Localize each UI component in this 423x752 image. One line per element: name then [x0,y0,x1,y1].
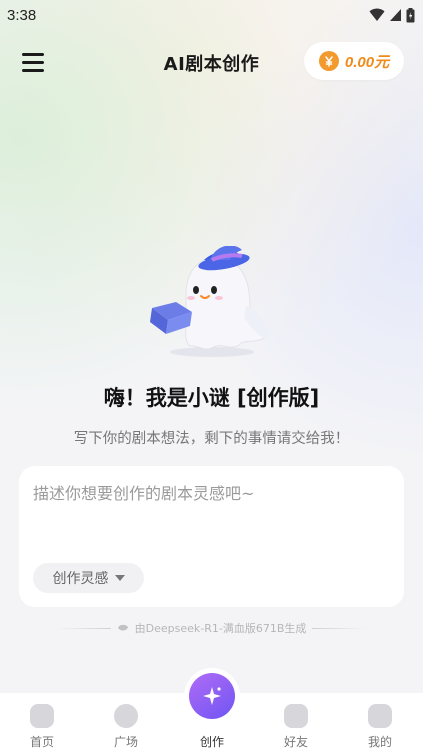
status-bar: 3:38 [0,0,423,30]
home-icon [30,704,54,728]
tab-home[interactable]: 首页 [12,693,72,752]
tab-label: 我的 [367,735,392,749]
whale-icon [117,624,128,631]
greeting-title: 嗨！我是小谜 [创作版] [103,386,320,410]
status-time: 3:38 [7,6,37,24]
caret-down-icon [114,575,125,581]
prompt-card: 创作灵感 [19,466,404,607]
balance-button[interactable]: 0.00元 [304,42,404,80]
inspiration-dropdown[interactable]: 创作灵感 [33,563,144,593]
balance-value: 0.00元 [344,53,390,71]
ghost-mascot-icon [150,246,269,357]
signal-icon [390,9,401,21]
prompt-input[interactable] [33,484,388,503]
tab-label: 创作 [199,735,224,749]
header: AI剧本创作 0.00元 [0,40,423,84]
tab-label: 好友 [283,735,308,749]
plaza-icon [114,704,138,728]
tab-label: 首页 [29,735,54,749]
divider [55,627,111,629]
status-icons [369,7,415,23]
profile-icon [368,704,392,728]
greeting-subtitle: 写下你的剧本想法，剩下的事情请交给我！ [73,431,350,447]
model-note: 由Deepseek-R1-满血版671B生成 [0,620,423,636]
coin-icon [318,51,339,71]
tab-create[interactable]: 创作 [182,673,242,752]
bottom-tab-bar: 首页 广场 创作 好友 我的 [0,673,423,752]
model-note-text: 由Deepseek-R1-满血版671B生成 [134,622,307,635]
wifi-icon [369,8,385,21]
divider [312,627,368,629]
inspiration-label: 创作灵感 [52,571,109,587]
friends-icon [284,704,308,728]
tab-friends[interactable]: 好友 [266,693,326,752]
background [0,0,423,752]
create-button[interactable] [189,673,235,719]
battery-icon [406,7,415,22]
sparkle-icon [203,687,221,705]
tab-label: 广场 [113,735,138,749]
tab-profile[interactable]: 我的 [350,693,410,752]
tab-plaza[interactable]: 广场 [96,693,156,752]
